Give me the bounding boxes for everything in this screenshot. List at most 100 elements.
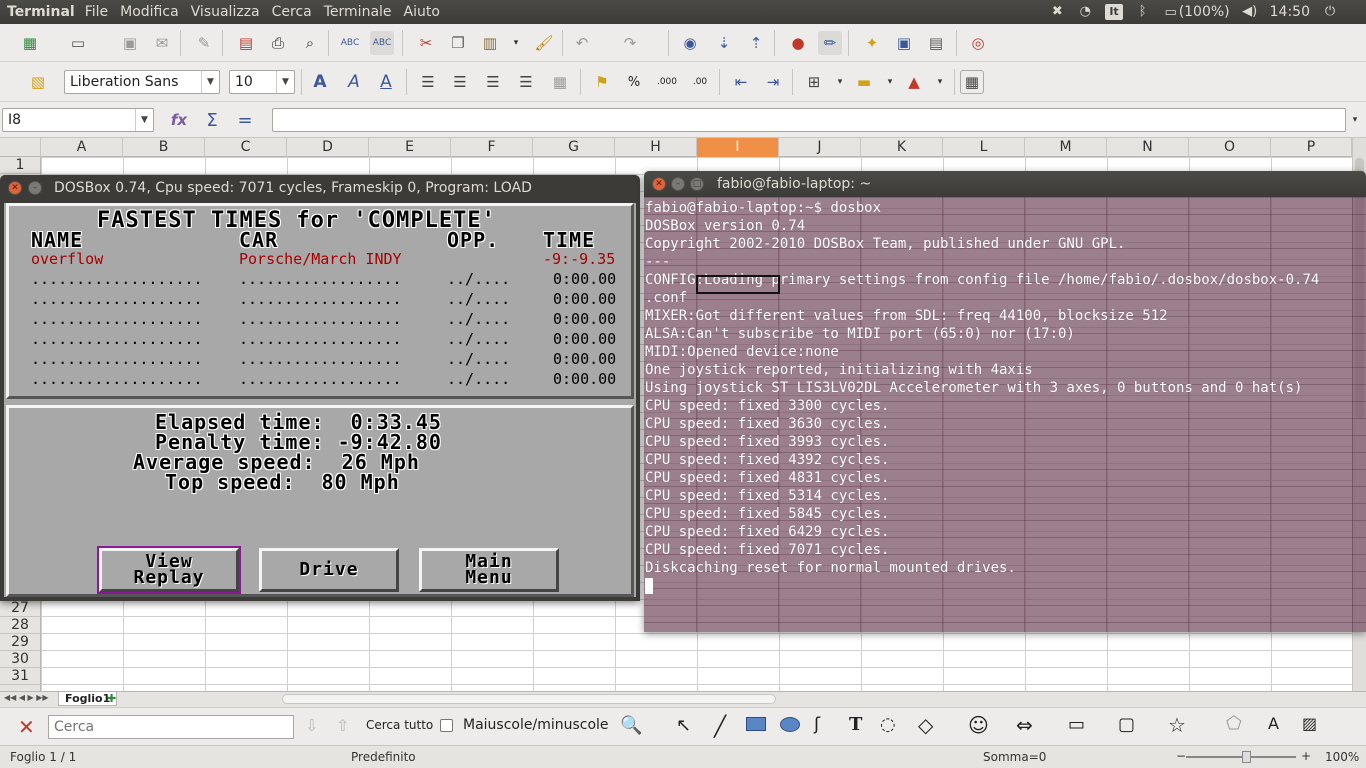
open-folder-icon[interactable]: ▭ — [66, 31, 90, 55]
font-size-combo[interactable]: 10 ▼ — [229, 70, 295, 94]
curve-tool-icon[interactable]: ʃ — [814, 714, 820, 735]
dropbox-icon[interactable]: ✖ — [1049, 5, 1065, 19]
copy-icon[interactable]: ❐ — [446, 31, 470, 55]
zoom-slider-thumb[interactable] — [1242, 751, 1251, 763]
callouts-icon[interactable]: ▢ — [1118, 714, 1135, 735]
fontwork-icon[interactable]: A — [1268, 714, 1279, 733]
column-header[interactable]: E — [369, 138, 451, 157]
basic-shapes-icon[interactable]: ◇ — [918, 713, 933, 737]
name-box[interactable]: I8 ▼ — [2, 108, 154, 132]
column-header[interactable]: F — [451, 138, 533, 157]
column-header[interactable]: L — [943, 138, 1025, 157]
toggle-grid-icon[interactable]: ▦ — [960, 70, 984, 94]
menu-modifica[interactable]: Modifica — [114, 4, 185, 20]
undo-icon[interactable]: ↶ — [570, 31, 594, 55]
email-icon[interactable]: ✉ — [150, 31, 174, 55]
chevron-down-icon[interactable]: ▾ — [878, 70, 902, 94]
block-arrows-icon[interactable]: ⇔ — [1016, 713, 1033, 737]
function-icon[interactable]: = — [233, 108, 257, 132]
find-replace-icon[interactable]: 🔍 — [620, 715, 642, 736]
symbol-shapes-icon[interactable]: ☺ — [968, 713, 989, 737]
column-header[interactable]: J — [779, 138, 861, 157]
rectangle-tool-icon[interactable] — [746, 717, 766, 731]
column-header[interactable]: M — [1025, 138, 1107, 157]
zoom-level[interactable]: 100% — [1325, 750, 1359, 764]
volume-icon[interactable]: ◀) — [1242, 5, 1258, 19]
formula-input[interactable] — [272, 108, 1346, 132]
print-icon[interactable]: ⎙ — [266, 31, 290, 55]
row-header[interactable]: 29 — [0, 634, 40, 651]
menu-file[interactable]: File — [79, 4, 114, 20]
autospellcheck-icon[interactable]: ABC — [370, 31, 394, 55]
print-preview-icon[interactable]: ⌕ — [298, 31, 322, 55]
clock[interactable]: 14:50 — [1270, 4, 1310, 20]
zoom-out-icon[interactable]: − — [1176, 749, 1186, 763]
close-window-icon[interactable]: ✕ — [652, 177, 666, 191]
redo-icon[interactable]: ↷ — [618, 31, 642, 55]
from-file-image-icon[interactable]: ▨ — [1302, 714, 1317, 733]
menu-visualizza[interactable]: Visualizza — [185, 4, 266, 20]
delete-decimal-icon[interactable]: .00 — [688, 70, 712, 94]
maximize-window-icon[interactable]: □ — [690, 177, 704, 191]
menu-terminale[interactable]: Terminale — [318, 4, 398, 20]
gallery-icon[interactable]: ▣ — [892, 31, 916, 55]
column-header[interactable]: N — [1107, 138, 1189, 157]
column-header[interactable]: K — [861, 138, 943, 157]
justify-icon[interactable]: ☰ — [514, 70, 538, 94]
find-all-button[interactable]: Cerca tutto — [366, 718, 433, 732]
find-next-icon[interactable]: ⇩ — [305, 716, 318, 735]
row-header[interactable]: 28 — [0, 617, 40, 634]
font-color-icon[interactable]: ▲ — [902, 70, 926, 94]
percent-format-icon[interactable]: % — [622, 70, 646, 94]
increase-indent-icon[interactable]: ⇥ — [761, 70, 785, 94]
row-header[interactable]: 27 — [0, 600, 40, 617]
decrease-indent-icon[interactable]: ⇤ — [729, 70, 753, 94]
bluetooth-icon[interactable]: ᛒ — [1135, 5, 1151, 19]
select-pointer-icon[interactable]: ↖ — [676, 715, 691, 736]
sort-descending-icon[interactable]: ⇡ — [744, 31, 768, 55]
clone-formatting-icon[interactable]: 🖌 — [532, 31, 556, 55]
help-icon[interactable]: ◎ — [966, 31, 990, 55]
add-sheet-icon[interactable]: ✚ — [107, 692, 116, 706]
merge-cells-icon[interactable]: ▦ — [548, 70, 572, 94]
drive-button[interactable]: Drive — [259, 548, 399, 592]
sort-ascending-icon[interactable]: ⇣ — [712, 31, 736, 55]
align-left-icon[interactable]: ☰ — [416, 70, 440, 94]
underline-icon[interactable]: A — [374, 70, 398, 94]
hyperlink-icon[interactable]: ◉ — [678, 31, 702, 55]
menu-cerca[interactable]: Cerca — [266, 4, 318, 20]
flowchart-icon[interactable]: ▭ — [1068, 714, 1085, 735]
bold-icon[interactable]: A — [308, 70, 332, 94]
wifi-icon[interactable]: ◔ — [1077, 5, 1093, 19]
background-color-icon[interactable]: ▬ — [852, 70, 876, 94]
column-header[interactable]: D — [287, 138, 369, 157]
borders-icon[interactable]: ⊞ — [802, 70, 826, 94]
terminal-output[interactable]: fabio@fabio-laptop:~$ dosbox DOSBox vers… — [644, 197, 1366, 632]
battery-indicator[interactable]: ▭ (100%) — [1163, 4, 1230, 20]
chevron-down-icon[interactable]: ▾ — [928, 70, 952, 94]
row-header[interactable]: 1 — [0, 157, 40, 174]
points-icon[interactable]: ⬠ — [1226, 713, 1242, 734]
row-header[interactable]: 30 — [0, 651, 40, 668]
minimize-window-icon[interactable]: – — [28, 181, 42, 195]
zoom-slider[interactable] — [1186, 756, 1296, 758]
power-icon[interactable]: ⏻ — [1322, 5, 1338, 19]
find-previous-icon[interactable]: ⇧ — [336, 716, 349, 735]
paste-dropdown-icon[interactable]: ▾ — [504, 31, 528, 55]
save-icon[interactable]: ▣ — [118, 31, 142, 55]
column-header[interactable]: O — [1189, 138, 1271, 157]
match-case-checkbox[interactable] — [440, 719, 453, 732]
tab-nav-arrows-icon[interactable]: ◀◀ ◀ ▶ ▶▶ — [4, 693, 49, 702]
column-header[interactable]: B — [123, 138, 205, 157]
search-input[interactable] — [48, 715, 294, 739]
minimize-window-icon[interactable]: – — [671, 177, 685, 191]
chevron-down-icon[interactable]: ▼ — [135, 109, 153, 131]
horizontal-scrollbar[interactable] — [282, 694, 776, 704]
sum-icon[interactable]: Σ — [200, 108, 224, 132]
dosbox-screen[interactable]: FASTEST TIMES for 'COMPLETE' NAME CAR OP… — [4, 203, 636, 597]
zoom-in-icon[interactable]: + — [1301, 749, 1311, 763]
expand-formula-icon[interactable]: ▾ — [1348, 108, 1362, 132]
chevron-down-icon[interactable]: ▾ — [828, 70, 852, 94]
close-findbar-icon[interactable]: ✕ — [18, 715, 35, 739]
column-header[interactable]: C — [205, 138, 287, 157]
